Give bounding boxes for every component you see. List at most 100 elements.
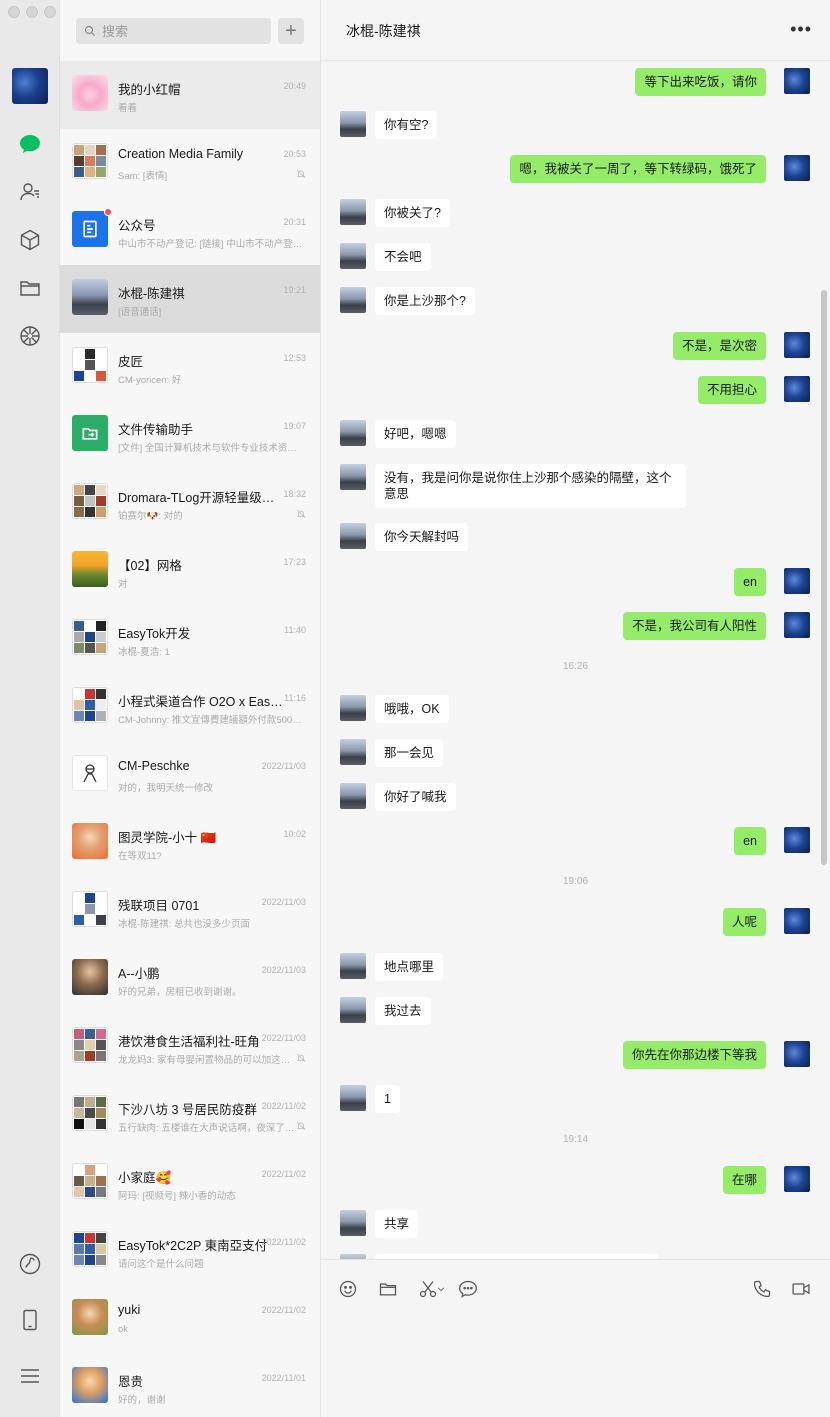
my-avatar[interactable] [784,908,810,934]
my-avatar[interactable] [784,1166,810,1192]
chevron-down-icon[interactable] [435,1278,447,1300]
peer-avatar[interactable] [340,199,366,225]
conversation-item[interactable]: EasyTok开发 11:40 冰棍-夏浩: 1 [60,605,320,673]
message-bubble[interactable]: 那一会见 [375,739,444,767]
my-avatar[interactable] [12,68,48,104]
add-button[interactable]: + [278,18,304,44]
peer-avatar[interactable] [340,739,366,765]
peer-avatar[interactable] [340,997,366,1023]
peer-avatar[interactable] [340,695,366,721]
peer-avatar[interactable] [340,953,366,979]
window-zoom-button[interactable] [44,6,56,18]
conversation-item[interactable]: yuki 2022/11/02 ok [60,1285,320,1353]
mute-bell-icon [296,509,306,519]
my-avatar[interactable] [784,568,810,594]
peer-avatar[interactable] [340,420,366,446]
conversation-item-active[interactable]: 冰棍-陈建祺 19:21 [语音通话] [60,265,320,333]
conversation-item[interactable]: 残联项目 0701 2022/11/03 冰棍-陈建祺: 总共也没多少页面 [60,877,320,945]
box-icon[interactable] [15,225,45,255]
message-bubble[interactable]: 不是，我公司有人阳性 [622,612,766,640]
conversation-item[interactable]: Dromara-TLog开源轻量级日… 18:32 铂赛尔🐶: 对的 [60,469,320,537]
folder-icon[interactable] [15,273,45,303]
search-box[interactable] [76,18,271,44]
chat-header: 冰棍-陈建祺 ••• [321,0,830,61]
group-avatar [72,687,108,723]
conversation-preview: [文件] 全国计算机技术与软件专业技术资格… [118,443,303,454]
peer-avatar[interactable] [340,783,366,809]
contacts-icon[interactable] [15,177,45,207]
message-list[interactable]: 等下出来吃饭，请你 你有空? 嗯，我被关了一周了，等下转绿码，饿死了 你被关了?… [321,61,830,1259]
chat-icon[interactable] [15,129,45,159]
my-avatar[interactable] [784,155,810,181]
conversation-item[interactable]: A--小鹏 2022/11/03 好的兄弟，房租已收到谢谢。 [60,945,320,1013]
phone-icon[interactable] [751,1278,773,1300]
conversation-item[interactable]: CM-Peschke 2022/11/03 对的，我明天统一修改 [60,741,320,809]
peer-avatar[interactable] [340,1210,366,1236]
message-bubble[interactable]: 不用担心 [697,376,766,404]
conversation-name: A--小鹏 [118,967,160,981]
conversation-item[interactable]: 小程式渠道合作 O2O x EasyTok 11:16 CM-Johnny: 推… [60,673,320,741]
phone-device-icon[interactable] [15,1305,45,1335]
conversation-item[interactable]: 【02】网格 17:23 对 [60,537,320,605]
message-bubble[interactable]: 共享 [375,1210,419,1238]
conversation-item[interactable]: 文件传输助手 19:07 [文件] 全国计算机技术与软件专业技术资格… [60,401,320,469]
message-bubble[interactable]: 好吧，嗯嗯 [375,420,456,448]
message-bubble[interactable]: 你好了喊我 [375,783,456,811]
window-minimize-button[interactable] [26,6,38,18]
window-close-button[interactable] [8,6,20,18]
conversation-item[interactable]: 图灵学院-小十 🇨🇳 10:02 在等双11? [60,809,320,877]
message-bubble[interactable]: en [734,568,766,596]
message-bubble[interactable]: 不是，是次密 [672,332,766,360]
my-avatar[interactable] [784,376,810,402]
message-bubble[interactable]: 人呢 [722,908,766,936]
more-options-button[interactable]: ••• [790,20,812,38]
conversation-item[interactable]: 公众号 20:31 中山市不动产登记: [链接] 中山市不动产登记中心… [60,197,320,265]
message-bubble[interactable]: 1 [375,1085,400,1113]
peer-avatar[interactable] [340,111,366,137]
message-bubble[interactable]: 你被关了? [375,199,450,227]
my-avatar[interactable] [784,827,810,853]
search-input[interactable] [102,23,262,39]
conversation-item[interactable]: EasyTok*2C2P 東南亞支付 2022/11/02 请问这个是什么问题 [60,1217,320,1285]
chat-bubble-icon[interactable] [457,1278,479,1300]
peer-avatar[interactable] [340,287,366,313]
menu-icon[interactable] [15,1361,45,1391]
message-bubble[interactable]: 没有，我是问你是说你住上沙那个感染的隔壁，这个意思 [375,464,686,508]
folder-icon[interactable] [377,1278,399,1300]
message-bubble[interactable]: 不会吧 [375,243,431,271]
message-bubble[interactable]: 嗯，我被关了一周了，等下转绿码，饿死了 [510,155,766,183]
peer-avatar[interactable] [340,464,366,490]
my-avatar[interactable] [784,1041,810,1067]
conversation-item[interactable]: Creation Media Family 20:53 Sam: [表情] [60,129,320,197]
conversation-item[interactable]: 下沙八坊 3 号居民防疫群 2022/11/02 五行缺肉: 五楼谁在大声说话啊… [60,1081,320,1149]
message-bubble[interactable]: 你先在你那边楼下等我 [622,1041,766,1069]
my-avatar[interactable] [784,68,810,94]
mute-bell-icon [296,169,306,179]
conversation-time: 11:16 [284,693,306,703]
message-bubble[interactable]: 在哪 [722,1166,766,1194]
video-icon[interactable] [790,1278,812,1300]
message-scrollbar[interactable] [821,290,827,865]
conversation-item[interactable]: 港饮港食生活福利社-旺角 2022/11/03 龙龙妈3: 家有母婴闲置物品的可… [60,1013,320,1081]
peer-avatar[interactable] [340,243,366,269]
emoji-icon[interactable] [337,1278,359,1300]
conversation-name: 文件传输助手 [118,423,194,437]
message-bubble[interactable]: 我过去 [375,997,431,1025]
conversation-item[interactable]: 恩贵 2022/11/01 好的，谢谢 [60,1353,320,1417]
message-bubble[interactable]: en [734,827,766,855]
message-bubble[interactable]: 等下出来吃饭，请你 [635,68,766,96]
miniprogram-icon[interactable] [15,1249,45,1279]
message-bubble[interactable]: 你是上沙那个? [375,287,475,315]
conversation-item[interactable]: 小家庭🥰 2022/11/02 阿玛: [视频号] 辣小香的动态 [60,1149,320,1217]
conversation-item[interactable]: 我的小红帽 20:49 看看 [60,61,320,129]
peer-avatar[interactable] [340,523,366,549]
message-bubble[interactable]: 哦哦，OK [375,695,449,723]
my-avatar[interactable] [784,612,810,638]
my-avatar[interactable] [784,332,810,358]
message-bubble[interactable]: 地点哪里 [375,953,444,981]
message-bubble[interactable]: 你今天解封吗 [375,523,469,551]
moments-icon[interactable] [15,321,45,351]
peer-avatar[interactable] [340,1085,366,1111]
conversation-item[interactable]: 皮匠 12:53 CM-yoricen: 好 [60,333,320,401]
message-bubble[interactable]: 你有空? [375,111,438,139]
